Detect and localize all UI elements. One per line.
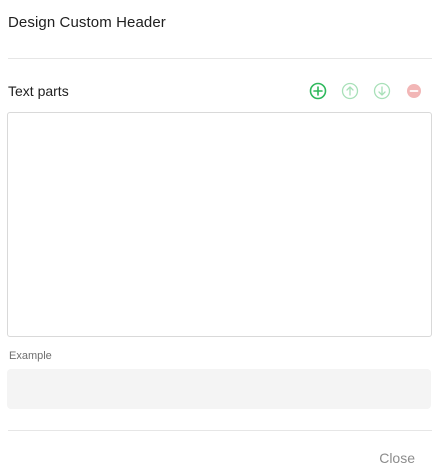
add-part-button[interactable]	[309, 82, 327, 100]
header-divider	[8, 58, 432, 59]
arrow-down-circle-icon	[373, 82, 391, 100]
move-down-button[interactable]	[373, 82, 391, 100]
move-up-button[interactable]	[341, 82, 359, 100]
text-parts-toolbar	[309, 82, 423, 100]
text-parts-list[interactable]	[7, 112, 432, 337]
example-label: Example	[9, 350, 52, 362]
text-parts-title: Text parts	[8, 83, 69, 99]
remove-part-button[interactable]	[405, 82, 423, 100]
close-button[interactable]: Close	[379, 450, 415, 466]
remove-circle-icon	[407, 84, 421, 98]
example-preview	[7, 369, 431, 409]
dialog-title: Design Custom Header	[8, 14, 166, 31]
arrow-up-circle-icon	[341, 82, 359, 100]
footer-divider	[8, 430, 432, 431]
add-circle-icon	[309, 82, 327, 100]
